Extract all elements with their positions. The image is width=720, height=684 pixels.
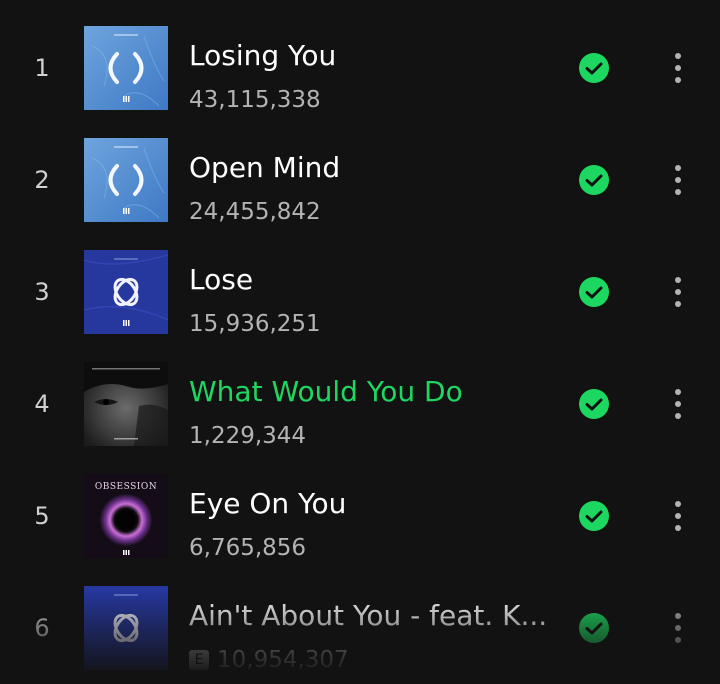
- play-count: 24,455,842: [189, 199, 321, 225]
- track-row[interactable]: 4 What Would You Do 1,229,344: [0, 348, 720, 460]
- track-rank: 3: [34, 278, 50, 306]
- track-rank: 2: [34, 166, 50, 194]
- downloaded-check-icon: [578, 612, 610, 644]
- album-cover: OBSESSION: [84, 474, 168, 558]
- more-options-icon[interactable]: [662, 608, 694, 648]
- track-row[interactable]: 6 Ain't About You - feat. K... E 10,954,3…: [0, 572, 720, 684]
- popular-tracks-list: 1 Losing You 43,115,338 2 Open Mind 24,4…: [0, 0, 720, 673]
- track-title: What Would You Do: [189, 375, 463, 408]
- track-rank: 1: [34, 54, 50, 82]
- track-rank: 4: [34, 390, 50, 418]
- downloaded-check-icon: [578, 164, 610, 196]
- album-cover: [84, 250, 168, 334]
- track-row[interactable]: 3 Lose 15,936,251: [0, 236, 720, 348]
- track-title: Losing You: [189, 39, 337, 72]
- play-count-value: 10,954,307: [217, 647, 349, 673]
- track-title: Lose: [189, 263, 254, 296]
- downloaded-check-icon: [578, 388, 610, 420]
- play-count: 15,936,251: [189, 311, 321, 337]
- downloaded-check-icon: [578, 52, 610, 84]
- track-title: Open Mind: [189, 151, 341, 184]
- cover-text: OBSESSION: [95, 482, 157, 492]
- album-cover: [84, 138, 168, 222]
- track-row[interactable]: 5 OBSESSION Eye On You 6,765,856: [0, 460, 720, 572]
- downloaded-check-icon: [578, 276, 610, 308]
- track-rank: 5: [34, 502, 50, 530]
- play-count: 6,765,856: [189, 535, 307, 561]
- album-cover: [84, 362, 168, 446]
- play-count: E 10,954,307: [189, 644, 349, 676]
- track-rank: 6: [34, 614, 50, 642]
- album-cover: [84, 586, 168, 670]
- play-count: 1,229,344: [189, 423, 307, 449]
- album-cover: [84, 26, 168, 110]
- play-count: 43,115,338: [189, 87, 321, 113]
- explicit-badge: E: [189, 650, 209, 670]
- more-options-icon[interactable]: [662, 160, 694, 200]
- more-options-icon[interactable]: [662, 272, 694, 312]
- more-options-icon[interactable]: [662, 384, 694, 424]
- more-options-icon[interactable]: [662, 496, 694, 536]
- track-title: Ain't About You - feat. K...: [189, 599, 548, 632]
- downloaded-check-icon: [578, 500, 610, 532]
- more-options-icon[interactable]: [662, 48, 694, 88]
- track-row[interactable]: 2 Open Mind 24,455,842: [0, 124, 720, 236]
- track-row[interactable]: 1 Losing You 43,115,338: [0, 12, 720, 124]
- track-title: Eye On You: [189, 487, 347, 520]
